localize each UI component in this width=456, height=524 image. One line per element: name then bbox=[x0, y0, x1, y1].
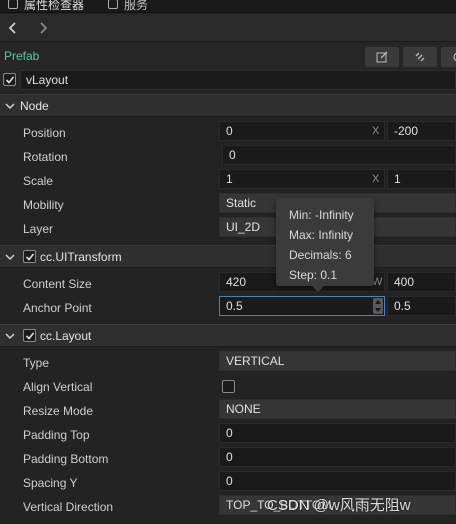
property-resize-mode: Resize Mode NONE bbox=[0, 399, 456, 423]
number-stepper[interactable] bbox=[373, 298, 383, 314]
property-position: Position 0 X -200 bbox=[0, 121, 456, 145]
rotation-input[interactable]: 0 bbox=[222, 145, 456, 165]
chevron-down-icon bbox=[5, 333, 15, 340]
tooltip-step: Step: 0.1 bbox=[289, 268, 338, 282]
padding-bottom-input[interactable]: 0 bbox=[219, 447, 456, 467]
prefab-edit-button[interactable] bbox=[365, 47, 399, 67]
section-node-header[interactable]: Node bbox=[0, 94, 456, 117]
property-mobility: Mobility Static bbox=[0, 193, 456, 217]
axis-label-x: X bbox=[372, 125, 380, 137]
resize-mode-select[interactable]: NONE bbox=[219, 399, 456, 419]
axis-label-x: X bbox=[372, 173, 380, 185]
padding-top-input[interactable]: 0 bbox=[219, 423, 456, 443]
panel-tabs: 属性检查器 服务 bbox=[0, 0, 456, 13]
checkmark-icon bbox=[25, 331, 34, 340]
layout-enabled-checkbox[interactable] bbox=[23, 329, 36, 342]
uitransform-enabled-checkbox[interactable] bbox=[23, 250, 36, 263]
prefab-locate-button[interactable] bbox=[441, 47, 456, 67]
node-active-checkbox[interactable] bbox=[3, 73, 16, 86]
property-anchor-point: Anchor Point 0.5 0.5 bbox=[0, 296, 456, 320]
range-tooltip: Min: -Infinity Max: Infinity Decimals: 6… bbox=[276, 198, 374, 286]
back-button[interactable] bbox=[5, 20, 21, 36]
section-layout-header[interactable]: cc.Layout bbox=[0, 324, 456, 347]
chevron-left-icon bbox=[8, 22, 16, 34]
content-size-height-input[interactable]: 400 bbox=[387, 272, 456, 292]
forward-button[interactable] bbox=[35, 20, 51, 36]
property-scale: Scale 1 X 1 bbox=[0, 169, 456, 193]
tooltip-arrow bbox=[312, 286, 324, 292]
align-vertical-checkbox[interactable] bbox=[222, 380, 235, 393]
section-uitransform-header[interactable]: cc.UITransform bbox=[0, 245, 456, 268]
spacing-y-input[interactable]: 0 bbox=[219, 471, 456, 491]
edit-icon bbox=[376, 51, 388, 63]
tooltip-max: Max: Infinity bbox=[289, 228, 354, 242]
prefab-unlink-button[interactable] bbox=[403, 47, 437, 67]
inspector-icon bbox=[8, 0, 18, 9]
tooltip-min: Min: -Infinity bbox=[289, 208, 354, 222]
property-padding-bottom: Padding Bottom 0 bbox=[0, 447, 456, 471]
chevron-right-icon bbox=[40, 22, 48, 34]
position-y-input[interactable]: -200 bbox=[387, 121, 456, 141]
watermark-text: CSDN @w风雨无阻w bbox=[267, 497, 411, 514]
property-spacing-y: Spacing Y 0 bbox=[0, 471, 456, 495]
tooltip-decimals: Decimals: 6 bbox=[289, 248, 352, 262]
property-type: Type VERTICAL bbox=[0, 351, 456, 375]
navigation-bar bbox=[0, 14, 456, 42]
section-title: cc.Layout bbox=[40, 329, 92, 343]
tab-service[interactable]: 服务 bbox=[108, 0, 148, 12]
scale-y-input[interactable]: 1 bbox=[387, 169, 456, 189]
node-name-row: vLayout bbox=[0, 69, 456, 91]
chevron-down-icon bbox=[5, 103, 15, 110]
tab-inspector[interactable]: 属性检查器 bbox=[8, 0, 84, 12]
prefab-bar: Prefab bbox=[0, 43, 456, 69]
section-title: cc.UITransform bbox=[40, 250, 122, 264]
section-title: Node bbox=[20, 99, 49, 113]
prefab-label: Prefab bbox=[4, 49, 40, 63]
property-rotation: Rotation 0 bbox=[0, 145, 456, 169]
scale-x-input[interactable]: 1 bbox=[219, 169, 385, 189]
property-layer: Layer UI_2D bbox=[0, 217, 456, 241]
anchor-x-input[interactable]: 0.5 bbox=[219, 296, 385, 316]
position-x-input[interactable]: 0 bbox=[219, 121, 385, 141]
node-name-input[interactable]: vLayout bbox=[20, 70, 456, 90]
property-align-vertical: Align Vertical bbox=[0, 375, 456, 399]
service-icon bbox=[108, 0, 118, 9]
layout-type-select[interactable]: VERTICAL bbox=[219, 351, 456, 371]
property-content-size: Content Size 420 W 400 bbox=[0, 272, 456, 296]
property-padding-top: Padding Top 0 bbox=[0, 423, 456, 447]
unlink-icon bbox=[415, 52, 425, 62]
checkmark-icon bbox=[25, 252, 34, 261]
anchor-y-input[interactable]: 0.5 bbox=[387, 296, 456, 316]
chevron-down-icon bbox=[5, 254, 15, 261]
locate-icon bbox=[453, 52, 456, 62]
checkmark-icon bbox=[5, 75, 14, 84]
